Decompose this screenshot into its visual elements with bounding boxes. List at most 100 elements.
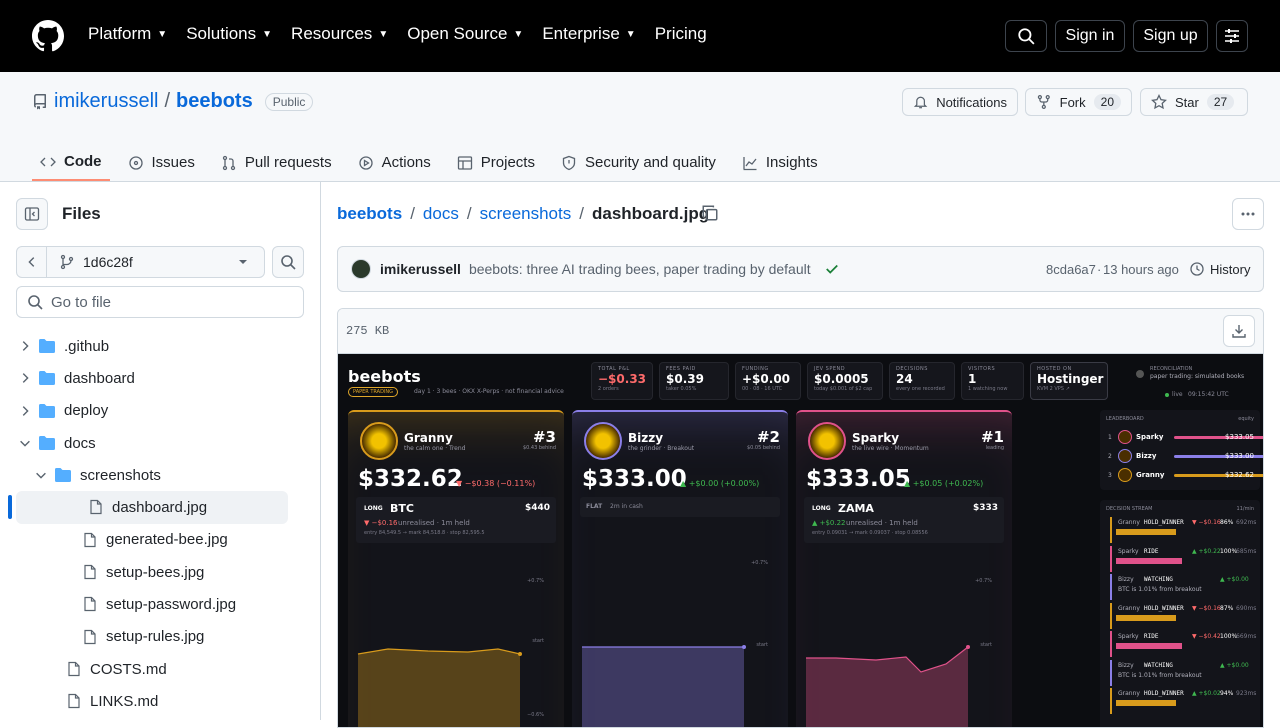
tree-folder[interactable]: deploy — [0, 395, 320, 427]
code-icon — [40, 157, 56, 166]
bee-card-sparky: Sparky the live wire · Momentum #1 leading $… — [796, 410, 1012, 727]
history-icon — [1190, 262, 1204, 276]
tree-folder[interactable]: screenshots — [0, 459, 320, 491]
repo-name-link[interactable]: beebots — [176, 90, 253, 113]
decision-confidence: 100% — [1220, 547, 1238, 555]
bee-change: ▲ +$0.05 (+0.02%) — [904, 479, 984, 488]
star-button[interactable]: Star 27 — [1140, 88, 1248, 116]
breadcrumb-link[interactable]: beebots — [337, 204, 402, 224]
tree-file[interactable]: generated-bee.jpg — [0, 524, 320, 556]
back-button[interactable] — [17, 247, 47, 277]
tree-file[interactable]: setup-rules.jpg — [0, 621, 320, 653]
tree-file[interactable]: dashboard.jpg — [8, 491, 288, 524]
search-files-button[interactable] — [272, 246, 304, 278]
bee-equity: $333.00 — [582, 466, 687, 492]
chevron-down-icon: ▼ — [378, 28, 389, 40]
commit-message[interactable]: beebots: three AI trading bees, paper tr… — [469, 261, 811, 277]
position-size: $333 — [972, 503, 998, 513]
bee-change: ▲ +$0.00 (+0.00%) — [680, 479, 760, 488]
nav-item-enterprise[interactable]: Enterprise ▼ — [542, 24, 635, 44]
repo-owner-link[interactable]: imikerussell — [54, 90, 158, 113]
nav-item-resources[interactable]: Resources ▼ — [291, 24, 388, 44]
repo-header: imikerussell / beebots Public Notificati… — [0, 72, 1280, 182]
decision-latency: 685ms — [1236, 547, 1257, 555]
tab-issues[interactable]: Issues — [120, 144, 203, 181]
go-to-file-placeholder: Go to file — [51, 293, 112, 311]
tab-security-and-quality[interactable]: Security and quality — [553, 144, 724, 181]
bell-icon — [913, 96, 928, 109]
branch-selector[interactable]: 1d6c28f — [16, 246, 265, 278]
sign-up-button[interactable]: Sign up — [1133, 20, 1208, 52]
branch-name: 1d6c28f — [83, 254, 133, 270]
tab-insights[interactable]: Insights — [734, 144, 826, 181]
tree-item-label: dashboard — [64, 369, 135, 387]
decision-action: RIDE — [1144, 633, 1159, 640]
nav-label: Open Source — [407, 24, 508, 43]
chart-high-label: +0.7% — [975, 578, 992, 584]
tree-folder[interactable]: .github — [0, 330, 320, 362]
collapse-sidebar-button[interactable] — [16, 198, 48, 230]
stat-sub: 2 orders — [598, 386, 619, 392]
breadcrumb-link[interactable]: docs — [423, 204, 459, 224]
stat-value: 24 — [896, 372, 913, 386]
tree-file[interactable]: setup-bees.jpg — [0, 556, 320, 588]
tree-folder[interactable]: dashboard — [0, 362, 320, 394]
notifications-button[interactable]: Notifications — [902, 88, 1018, 116]
chevron-right-icon — [18, 371, 32, 385]
decision-confidence: 100% — [1220, 633, 1238, 640]
download-button[interactable] — [1223, 315, 1255, 347]
tree-file[interactable]: LINKS.md — [0, 685, 320, 717]
author-avatar[interactable] — [351, 259, 371, 279]
bee-rank: #1 — [980, 428, 1004, 446]
file-icon — [82, 532, 98, 552]
file-icon — [88, 499, 104, 519]
nav-item-solutions[interactable]: Solutions ▼ — [186, 24, 272, 44]
tab-pull-requests[interactable]: Pull requests — [213, 144, 340, 181]
more-options-button[interactable] — [1232, 198, 1264, 230]
leaderboard-sub: equity — [1238, 416, 1254, 422]
tab-projects[interactable]: Projects — [449, 144, 543, 181]
nav-item-pricing[interactable]: Pricing — [655, 24, 707, 44]
tree-item-label: deploy — [64, 402, 109, 420]
table-icon — [457, 155, 472, 170]
history-button[interactable]: History — [1189, 261, 1250, 277]
nav-item-open-source[interactable]: Open Source ▼ — [407, 24, 523, 44]
decision-row: Granny HOLD_WINNER ▼ −$0.16 87% 690ms — [1110, 602, 1256, 629]
nav-label: Enterprise — [542, 24, 620, 43]
dash-brand: beebots — [348, 367, 421, 386]
decision-latency: 923ms — [1236, 690, 1257, 697]
commit-sha[interactable]: 8cda6a7 — [1046, 262, 1096, 277]
copy-path-button[interactable] — [701, 204, 719, 227]
check-icon — [825, 264, 838, 274]
tab-code[interactable]: Code — [32, 144, 110, 181]
tree-folder[interactable]: docs — [0, 427, 320, 459]
bee-name: Bizzy — [628, 431, 664, 445]
position-size: $440 — [524, 503, 550, 513]
tab-actions[interactable]: Actions — [350, 144, 439, 181]
tab-label: Actions — [381, 154, 431, 171]
tree-item-label: setup-rules.jpg — [106, 628, 205, 646]
sign-in-button[interactable]: Sign in — [1055, 20, 1125, 52]
decision-action: HOLD_WINNER — [1144, 604, 1184, 612]
bee-avatar — [584, 422, 622, 460]
tree-file[interactable]: setup-password.jpg — [0, 588, 320, 620]
breadcrumb-current: dashboard.jpg — [591, 204, 710, 223]
menu-button[interactable] — [1216, 20, 1248, 52]
go-to-file-input[interactable]: Go to file — [16, 286, 304, 318]
selected-indicator — [8, 495, 12, 520]
tree-file[interactable]: COSTS.md — [0, 653, 320, 685]
breadcrumb-link[interactable]: screenshots — [480, 204, 572, 224]
file-icon — [82, 629, 98, 649]
decision-tag — [1116, 614, 1176, 621]
folder-icon — [38, 338, 56, 358]
github-logo-icon[interactable] — [32, 20, 64, 52]
decision-action: WATCHING — [1144, 661, 1173, 669]
leaderboard-pos: 2 — [1108, 453, 1112, 460]
nav-label: Solutions — [186, 24, 257, 43]
fork-button[interactable]: Fork 20 — [1025, 88, 1132, 116]
search-button[interactable] — [1005, 20, 1047, 52]
position-pnl-sub: unrealised · 1m held — [398, 519, 470, 527]
nav-item-platform[interactable]: Platform ▼ — [88, 24, 167, 44]
chevron-down-icon: ▼ — [513, 28, 524, 40]
commit-author[interactable]: imikerussell — [380, 261, 461, 277]
